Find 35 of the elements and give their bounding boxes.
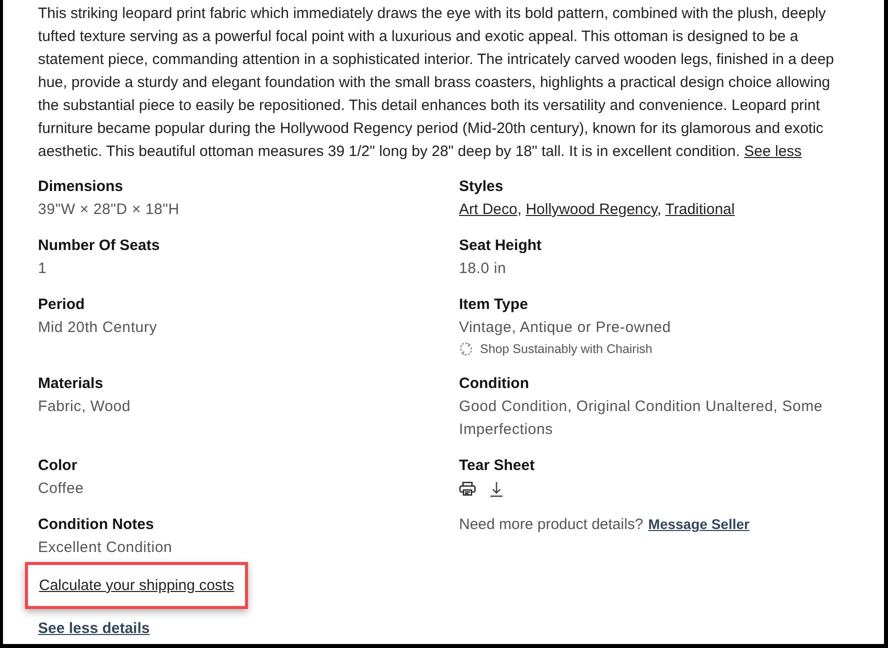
detail-label: Materials (38, 374, 104, 394)
detail-label: Period (38, 295, 85, 315)
list-separator: , (517, 201, 522, 218)
detail-label: Tear Sheet (459, 456, 535, 476)
download-icon[interactable] (490, 480, 503, 496)
detail-label: Styles (459, 177, 504, 197)
detail-label: Item Type (459, 295, 528, 315)
style-link[interactable]: Traditional (665, 201, 735, 218)
list-separator: , (657, 201, 662, 218)
see-less-link[interactable]: See less (744, 143, 802, 160)
detail-label: Number Of Seats (38, 236, 160, 256)
shipping-costs-link[interactable]: Calculate your shipping costs (39, 577, 234, 594)
detail-value: Good Condition, Original Condition Unaltered, Some Imperfections (459, 397, 824, 440)
detail-label: Color (38, 456, 78, 476)
help-text: Need more product details? (459, 515, 644, 535)
description-text: This striking leopard print fabric which immediately draws the eye with its bold pattern, combined with the plush, deeply tufted texture serving as a powerful focal point with a luxurious and exotic appeal. This ottoman is designed to be a statement piece, commanding attention in a sophisticated interior. The intricately carved wooden legs, finished in a deep hue, provide a sturdy and elegant foundation with the small brass coasters, highlights a practical design choice allowing the substantial piece to easily be repositioned. This detail enhances both its versatility and convenience. Leopard print furniture became popular during the Hollywood Regency period (Mid-20th century), known for its glamorous and exotic aesthetic. This beautiful ottoman measures 39 1/2" long by 28" deep by 18" tall. It is in excellent condition. See less (38, 4, 836, 162)
detail-value: Coffee (38, 479, 84, 499)
see-less-details-link[interactable]: See less details (38, 618, 150, 639)
detail-label: Dimensions (38, 177, 124, 197)
message-seller-link[interactable]: Message Seller (648, 513, 750, 536)
detail-value: Vintage, Antique or Pre-owned (459, 318, 671, 338)
printer-icon[interactable] (459, 481, 476, 496)
detail-value: Excellent Condition (38, 538, 172, 558)
detail-value: 1 (38, 259, 47, 279)
style-link[interactable]: Art Deco (459, 201, 518, 218)
detail-value: Fabric, Wood (38, 397, 131, 417)
detail-label: Condition (459, 374, 529, 394)
cycle-arrows-icon (459, 342, 473, 356)
detail-value: 39"W × 28"D × 18"H (38, 200, 180, 220)
detail-label: Seat Height (459, 236, 542, 256)
detail-value: Mid 20th Century (38, 318, 158, 338)
sustainability-note: Shop Sustainably with Chairish (480, 341, 652, 358)
detail-label: Condition Notes (38, 515, 154, 535)
detail-value: 18.0 in (459, 259, 506, 279)
style-link[interactable]: Hollywood Regency (526, 201, 658, 218)
